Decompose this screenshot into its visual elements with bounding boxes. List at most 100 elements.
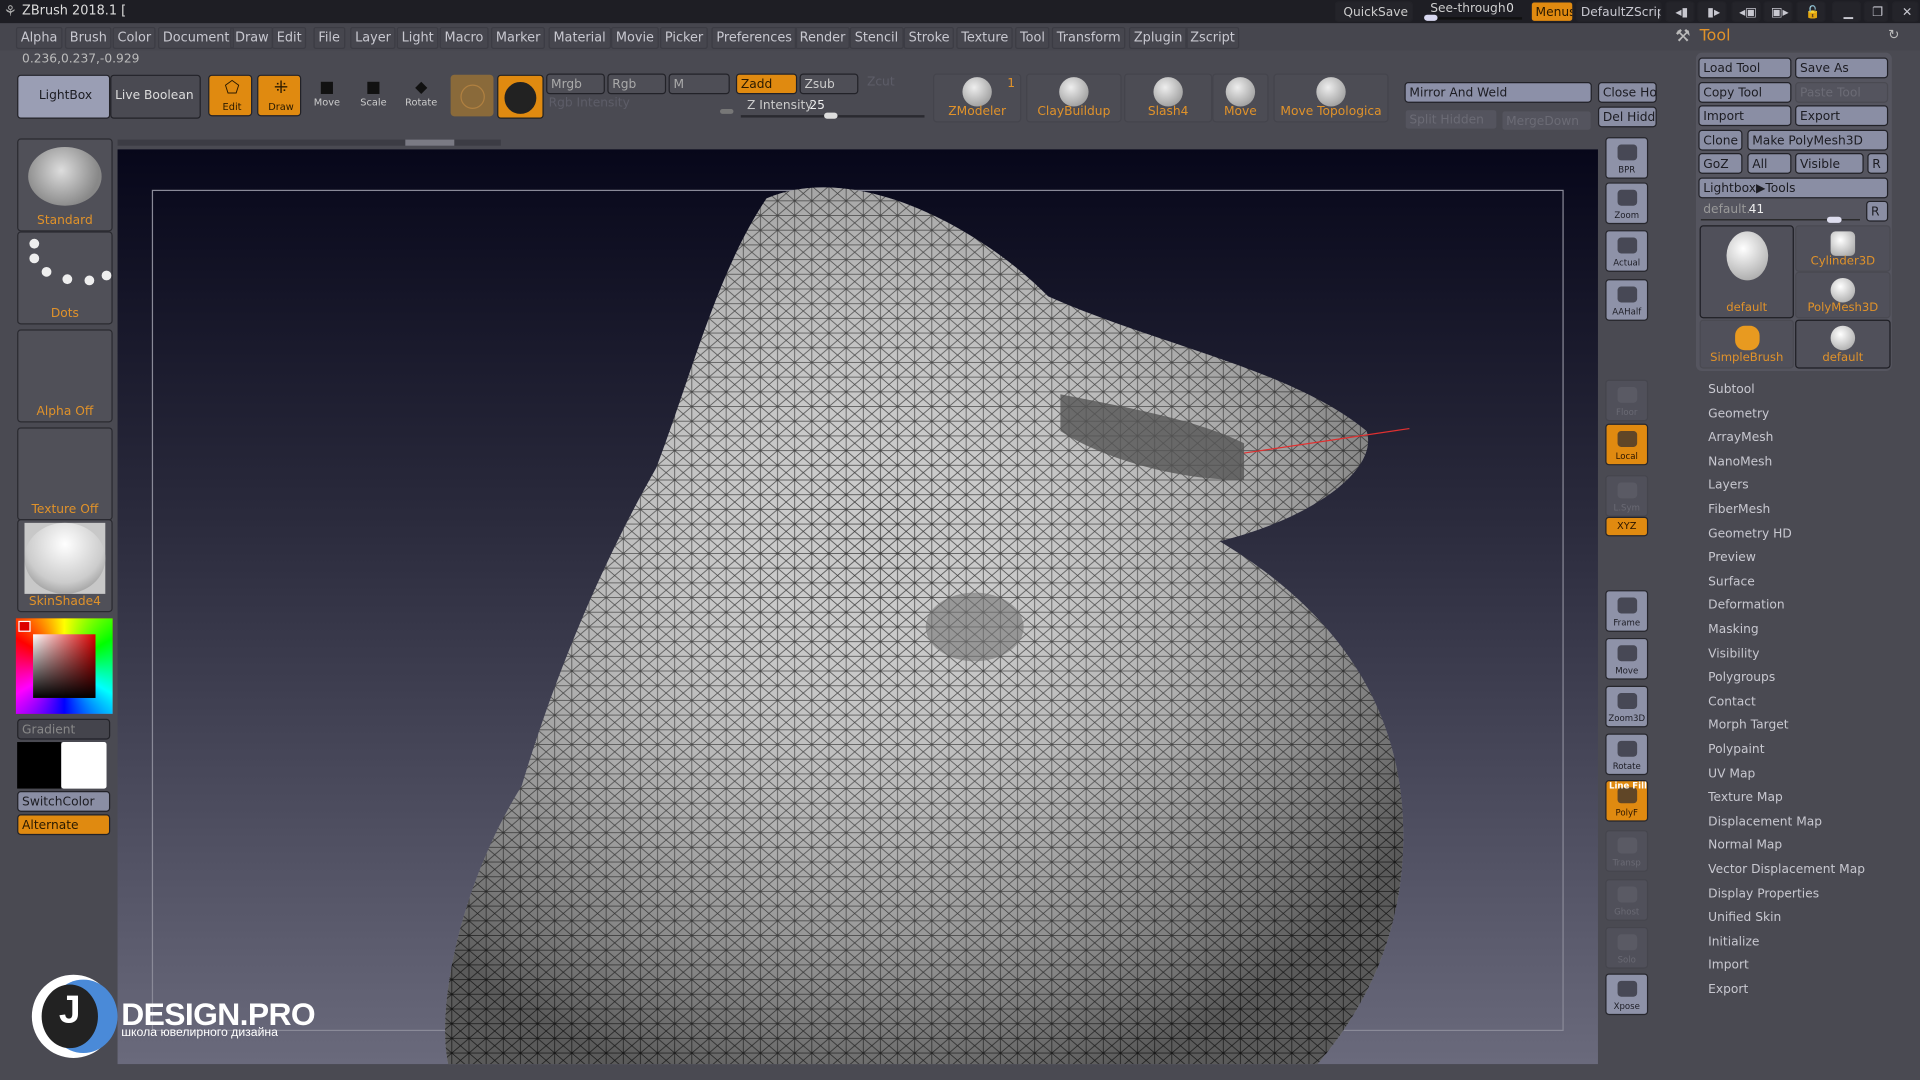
stroke-thumbnail[interactable]: Dots: [17, 231, 113, 325]
tool-section-vector-displacement-map[interactable]: Vector Displacement Map: [1708, 863, 1865, 876]
shelf-zoom3d[interactable]: Zoom3D: [1605, 685, 1649, 728]
color-saturation-square[interactable]: [33, 634, 96, 698]
tool-section-import[interactable]: Import: [1708, 959, 1749, 972]
shelf-rotate[interactable]: Rotate: [1605, 733, 1649, 776]
tool-thumb-default[interactable]: default: [1795, 319, 1891, 369]
layout-next-icon[interactable]: ▣▸: [1763, 1, 1793, 23]
tool-section-geometry[interactable]: Geometry: [1708, 407, 1769, 420]
tool-section-preview[interactable]: Preview: [1708, 551, 1756, 564]
load-tool-button[interactable]: Load Tool: [1698, 57, 1792, 79]
merge-down-button[interactable]: MergeDown: [1501, 110, 1592, 132]
menu-zplugin[interactable]: Zplugin: [1128, 26, 1188, 49]
shelf-solo[interactable]: Solo: [1605, 926, 1649, 969]
shelf-lsym[interactable]: L.Sym: [1605, 475, 1649, 517]
see-through-slider[interactable]: [1424, 14, 1523, 21]
tool-section-export[interactable]: Export: [1708, 983, 1748, 996]
switch-color-button[interactable]: SwitchColor: [17, 791, 111, 812]
menu-macro[interactable]: Macro: [439, 26, 489, 49]
menu-file[interactable]: File: [313, 26, 345, 49]
menu-alpha[interactable]: Alpha: [15, 26, 63, 49]
mirror-and-weld-button[interactable]: Mirror And Weld: [1404, 82, 1592, 103]
tool-thumb-cylinder3d[interactable]: Cylinder3D: [1795, 225, 1891, 272]
tool-section-polypaint[interactable]: Polypaint: [1708, 743, 1764, 756]
tool-section-uv-map[interactable]: UV Map: [1708, 767, 1755, 780]
menu-render[interactable]: Render: [794, 26, 851, 49]
live-boolean-button[interactable]: Live Boolean: [110, 74, 201, 119]
tool-section-arraymesh[interactable]: ArrayMesh: [1708, 431, 1773, 444]
paste-tool-button[interactable]: Paste Tool: [1795, 82, 1889, 103]
menu-texture[interactable]: Texture: [956, 26, 1014, 49]
scale-mode-button[interactable]: ■ Scale: [355, 78, 392, 107]
tool-section-initialize[interactable]: Initialize: [1708, 935, 1759, 948]
shelf-local[interactable]: Local: [1605, 423, 1649, 466]
texture-thumbnail[interactable]: Texture Off: [17, 427, 113, 521]
secondary-color-swatch[interactable]: [61, 742, 107, 789]
menus-button[interactable]: Menus: [1530, 1, 1574, 23]
shrink-icon[interactable]: ◂▮: [1665, 1, 1695, 23]
color-picker[interactable]: [15, 618, 113, 714]
shelf-scrollbar[interactable]: [117, 139, 501, 146]
menu-stroke[interactable]: Stroke: [903, 26, 955, 49]
menu-picker[interactable]: Picker: [660, 26, 709, 49]
save-as-button[interactable]: Save As: [1795, 57, 1889, 79]
tool-section-layers[interactable]: Layers: [1708, 479, 1749, 492]
brush-claybuildup[interactable]: ClayBuildup: [1026, 73, 1122, 123]
menu-transform[interactable]: Transform: [1051, 26, 1126, 49]
script-button[interactable]: DefaultZScript: [1575, 1, 1662, 23]
menu-tool[interactable]: Tool: [1015, 26, 1050, 49]
tool-section-unified-skin[interactable]: Unified Skin: [1708, 911, 1781, 924]
menu-light[interactable]: Light: [396, 26, 439, 49]
draw-button[interactable]: ⁜ Draw: [257, 74, 302, 117]
rgb-button[interactable]: Rgb: [607, 73, 667, 95]
del-hidden-button[interactable]: Del Hidde: [1597, 106, 1657, 128]
tool-section-surface[interactable]: Surface: [1708, 575, 1755, 588]
tool-section-nanomesh[interactable]: NanoMesh: [1708, 455, 1772, 468]
zadd-button[interactable]: Zadd: [735, 73, 798, 95]
import-button[interactable]: Import: [1698, 105, 1792, 127]
color-material-button[interactable]: [497, 74, 544, 119]
tool-section-contact[interactable]: Contact: [1708, 695, 1756, 708]
z-intensity-handle[interactable]: [824, 112, 838, 119]
refresh-icon[interactable]: ↻: [1888, 27, 1899, 43]
tool-section-displacement-map[interactable]: Displacement Map: [1708, 815, 1822, 828]
menu-marker[interactable]: Marker: [491, 26, 546, 49]
shelf-xyz[interactable]: XYZ: [1605, 516, 1649, 537]
goz-r-button[interactable]: R: [1867, 153, 1889, 174]
move-mode-button[interactable]: ■ Move: [309, 78, 346, 107]
goz-button[interactable]: GoZ: [1698, 153, 1743, 174]
edit-button[interactable]: ⬠ Edit: [208, 74, 253, 117]
menu-document[interactable]: Document: [157, 26, 235, 49]
tool-section-fibermesh[interactable]: FiberMesh: [1708, 503, 1770, 516]
make-polymesh3d-button[interactable]: Make PolyMesh3D: [1747, 129, 1889, 151]
shelf-transp[interactable]: Transp: [1605, 830, 1649, 872]
shelf-actual[interactable]: Actual: [1605, 230, 1649, 272]
material-thumbnail[interactable]: SkinShade4: [17, 519, 113, 613]
tool-slider[interactable]: [1700, 216, 1860, 223]
menu-material[interactable]: Material: [548, 26, 611, 49]
tool-section-display-properties[interactable]: Display Properties: [1708, 887, 1819, 900]
tool-section-visibility[interactable]: Visibility: [1708, 647, 1759, 660]
restore-icon[interactable]: ❐: [1863, 1, 1889, 23]
tool-section-subtool[interactable]: Subtool: [1708, 383, 1754, 396]
tool-section-geometry-hd[interactable]: Geometry HD: [1708, 527, 1792, 540]
split-hidden-button[interactable]: Split Hidden: [1404, 108, 1498, 130]
tool-section-deformation[interactable]: Deformation: [1708, 599, 1784, 612]
tool-thumb-polymesh3d[interactable]: PolyMesh3D: [1795, 271, 1891, 319]
tool-section-texture-map[interactable]: Texture Map: [1708, 791, 1783, 804]
brush-move-topologica[interactable]: Move Topologica: [1273, 73, 1389, 123]
expand-icon[interactable]: ▮▸: [1697, 1, 1727, 23]
shelf-zoom[interactable]: Zoom: [1605, 182, 1649, 225]
brush-slash4[interactable]: Slash4: [1124, 73, 1213, 123]
tool-section-polygroups[interactable]: Polygroups: [1708, 671, 1775, 684]
menu-zscript[interactable]: Zscript: [1185, 26, 1240, 49]
brush-zmodeler[interactable]: ZModeler 1: [933, 73, 1022, 123]
close-icon[interactable]: ✕: [1891, 1, 1919, 23]
export-button[interactable]: Export: [1795, 105, 1889, 127]
alternate-button[interactable]: Alternate: [17, 814, 111, 836]
z-intensity-slider[interactable]: [740, 112, 925, 119]
shelf-frame[interactable]: Frame: [1605, 590, 1649, 632]
lightbox-tools-button[interactable]: Lightbox▶Tools: [1698, 177, 1889, 199]
tool-section-morph-target[interactable]: Morph Target: [1708, 719, 1788, 732]
tool-section-normal-map[interactable]: Normal Map: [1708, 839, 1782, 852]
material-sphere-button[interactable]: [450, 74, 494, 117]
